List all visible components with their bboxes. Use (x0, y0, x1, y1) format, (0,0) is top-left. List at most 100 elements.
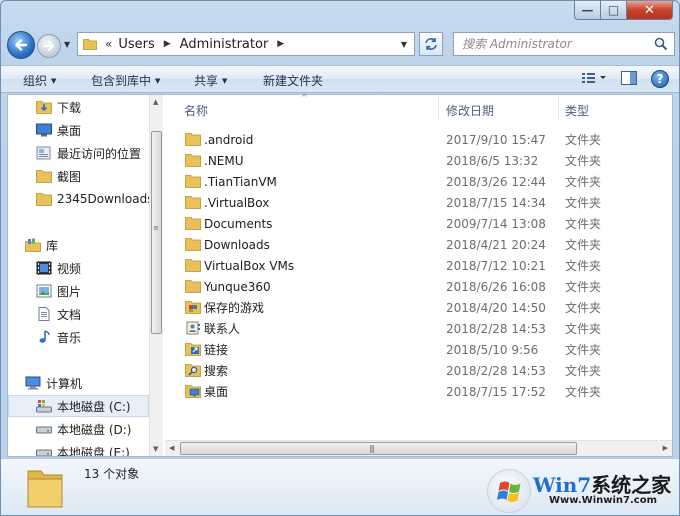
file-type: 文件夹 (565, 154, 602, 168)
include-in-library-button[interactable]: 包含到库中 ▼ (91, 72, 160, 89)
sidebar-item-screenshots[interactable]: 截图 (8, 165, 149, 187)
sidebar-item-label: 最近访问的位置 (57, 146, 142, 161)
sidebar-item-music[interactable]: 音乐 (8, 326, 149, 348)
file-name: .android (204, 132, 254, 147)
watermark-brand-cn: 系统之家 (591, 473, 672, 497)
sort-ascending-icon: ^ (301, 93, 308, 102)
share-label: 共享 (194, 74, 219, 88)
table-row[interactable]: Downloads 2018/4/21 20:24 文件夹 (181, 234, 621, 255)
chevron-right-icon[interactable]: ▶ (277, 39, 284, 49)
chevron-right-icon[interactable]: ▶ (164, 39, 171, 49)
scroll-left-icon[interactable]: ◀ (169, 444, 174, 452)
table-row[interactable]: .NEMU 2018/6/5 13:32 文件夹 (181, 150, 621, 171)
contacts-icon (186, 321, 200, 335)
file-type: 文件夹 (565, 238, 602, 252)
file-name: Documents (204, 216, 273, 231)
scroll-right-icon[interactable]: ▶ (663, 444, 668, 452)
table-row[interactable]: 桌面 2018/7/15 17:52 文件夹 (181, 381, 621, 402)
file-type: 文件夹 (565, 196, 602, 210)
documents-icon (38, 307, 50, 321)
back-button[interactable] (7, 31, 35, 59)
address-bar[interactable]: « Users ▶ Administrator ▶ ▼ (77, 32, 415, 56)
table-row[interactable]: 联系人 2018/2/28 14:53 文件夹 (181, 318, 621, 339)
column-header-type[interactable]: 类型 (565, 102, 589, 119)
sidebar-item-downloads[interactable]: 下载 (8, 96, 149, 118)
sidebar-item-libraries[interactable]: 库 (8, 234, 149, 256)
preview-pane-button[interactable] (621, 70, 637, 88)
item-count: 13 个对象 (84, 467, 140, 481)
file-date: 2018/7/12 10:21 (446, 258, 546, 273)
refresh-icon (425, 38, 437, 50)
folder-icon (185, 196, 201, 209)
column-divider[interactable] (558, 97, 559, 119)
folder-icon (185, 259, 201, 272)
table-row[interactable]: Documents 2009/7/14 13:08 文件夹 (181, 213, 621, 234)
table-row[interactable]: .VirtualBox 2018/7/15 14:34 文件夹 (181, 192, 621, 213)
recent-pages-dropdown[interactable]: ▼ (64, 40, 70, 49)
search-icon[interactable] (654, 37, 668, 51)
sidebar-item-2345downloads[interactable]: 2345Downloads (8, 188, 153, 210)
file-name: .TianTianVM (204, 174, 277, 189)
sidebar-item-videos[interactable]: 视频 (8, 257, 149, 279)
refresh-button[interactable] (419, 32, 443, 56)
sidebar-item-desktop[interactable]: 桌面 (8, 119, 149, 141)
new-folder-button[interactable]: 新建文件夹 (263, 72, 323, 89)
file-date: 2009/7/14 13:08 (446, 216, 546, 231)
search-input[interactable] (462, 37, 652, 51)
sidebar-item-drive-c[interactable]: 本地磁盘 (C:) (8, 395, 149, 417)
sidebar-item-recent-places[interactable]: 最近访问的位置 (8, 142, 149, 164)
table-row[interactable]: .android 2017/9/10 15:47 文件夹 (181, 129, 621, 150)
share-button[interactable]: 共享 ▼ (194, 72, 227, 89)
table-row[interactable]: Yunque360 2018/6/26 16:08 文件夹 (181, 276, 621, 297)
content-area: 下载 桌面 最近访问的位置 截图 2345Downloads 库 视频 图片 文… (7, 93, 673, 457)
folder-icon (36, 193, 52, 206)
organize-button[interactable]: 组织 ▼ (23, 72, 56, 89)
search-box[interactable] (453, 32, 675, 56)
file-name: VirtualBox VMs (204, 258, 295, 273)
preview-pane-icon (621, 70, 637, 85)
forward-button[interactable] (37, 34, 61, 58)
breadcrumb-users[interactable]: Users (118, 37, 154, 52)
file-name: Downloads (204, 237, 270, 252)
table-row[interactable]: 保存的游戏 2018/4/20 14:50 文件夹 (181, 297, 621, 318)
sidebar-item-label: 截图 (57, 169, 82, 184)
table-row[interactable]: .TianTianVM 2018/3/26 12:44 文件夹 (181, 171, 621, 192)
chevron-down-icon[interactable]: ▼ (396, 33, 412, 55)
breadcrumb-administrator[interactable]: Administrator (180, 37, 269, 52)
desktop-icon (36, 123, 52, 137)
sidebar-item-label: 视频 (57, 261, 82, 276)
sidebar-item-label: 文档 (57, 307, 82, 322)
column-header-name[interactable]: 名称 (184, 102, 208, 119)
table-row[interactable]: VirtualBox VMs 2018/7/12 10:21 文件夹 (181, 255, 621, 276)
change-view-button[interactable] (581, 71, 607, 88)
scrollbar-thumb[interactable] (151, 131, 162, 334)
explorer-window: — □ ✕ ▼ « Users ▶ Administrator ▶ ▼ 搜索 A… (0, 0, 680, 516)
scroll-down-icon[interactable]: ▼ (153, 445, 158, 453)
sidebar-item-computer[interactable]: 计算机 (8, 372, 149, 394)
sidebar-item-drive-e[interactable]: 本地磁盘 (E:) (8, 441, 149, 456)
file-list-horizontal-scrollbar[interactable]: ◀ ||| ▶ (165, 440, 672, 456)
minimize-button[interactable]: — (574, 1, 601, 20)
scrollbar-thumb[interactable] (180, 442, 577, 455)
scroll-up-icon[interactable]: ▲ (153, 98, 158, 106)
sidebar-item-drive-d[interactable]: 本地磁盘 (D:) (8, 418, 149, 440)
drive-icon (36, 426, 52, 434)
navigation-pane-scrollbar[interactable]: ▲ ≡ ▼ (149, 95, 163, 456)
file-type: 文件夹 (565, 385, 602, 399)
sidebar-item-documents[interactable]: 文档 (8, 303, 149, 325)
folder-icon (36, 170, 52, 183)
maximize-button[interactable]: □ (601, 1, 627, 20)
sidebar-item-label: 本地磁盘 (C:) (57, 399, 131, 414)
windows-logo-icon (487, 469, 531, 513)
music-icon (39, 330, 50, 343)
column-header-date[interactable]: 修改日期 (446, 102, 494, 119)
sidebar-item-pictures[interactable]: 图片 (8, 280, 149, 302)
close-button[interactable]: ✕ (627, 1, 673, 20)
videos-icon (36, 261, 52, 275)
help-icon[interactable]: ? (651, 70, 669, 88)
column-divider[interactable] (438, 97, 439, 119)
breadcrumb-overflow[interactable]: « (105, 37, 112, 51)
table-row[interactable]: 搜索 2018/2/28 14:53 文件夹 (181, 360, 621, 381)
table-row[interactable]: 链接 2018/5/10 9:56 文件夹 (181, 339, 621, 360)
file-type: 文件夹 (565, 322, 602, 336)
